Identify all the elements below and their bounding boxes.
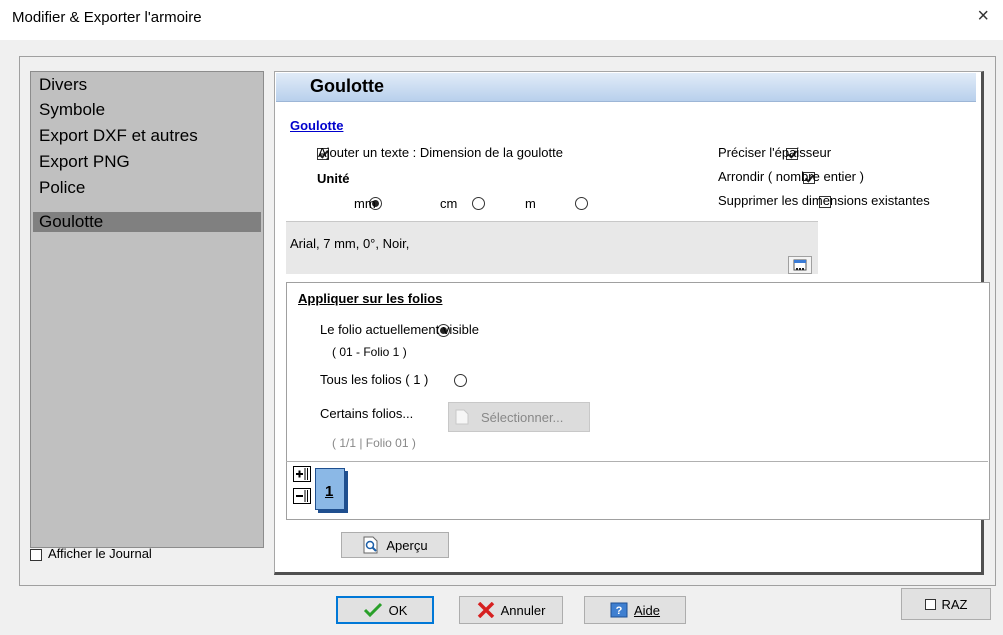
- apply-folios-title: Appliquer sur les folios: [298, 291, 443, 306]
- checkmark-icon: [363, 602, 382, 618]
- sidebar-item-police[interactable]: Police: [39, 178, 85, 198]
- raz-label: RAZ: [941, 596, 968, 612]
- help-icon: ?: [610, 602, 628, 618]
- font-summary-text: Arial, 7 mm, 0°, Noir,: [290, 236, 410, 251]
- sidebar-item-goulotte[interactable]: Goulotte: [33, 212, 261, 232]
- unit-cm-label: cm: [440, 196, 458, 211]
- unit-m-radio[interactable]: [574, 197, 588, 210]
- apply-separator: [286, 461, 988, 462]
- panel-title: Goulotte: [310, 76, 384, 96]
- round-label: Arrondir ( nombre entier ): [718, 169, 864, 184]
- help-button[interactable]: ? Aide: [584, 596, 686, 624]
- window-title: Modifier & Exporter l'armoire: [12, 9, 202, 26]
- some-folios-sub: ( 1/1 | Folio 01 ): [332, 436, 416, 450]
- unit-mm-label: mm: [354, 196, 376, 211]
- all-folios-radio[interactable]: [454, 374, 468, 387]
- journal-label: Afficher le Journal: [48, 546, 152, 561]
- current-folio-sub: ( 01 - Folio 1 ): [332, 345, 407, 359]
- all-folios-label: Tous les folios ( 1 ): [320, 372, 429, 387]
- raz-button[interactable]: RAZ: [901, 588, 991, 620]
- sidebar-item-export-png[interactable]: Export PNG: [39, 152, 130, 172]
- sidebar-item-export-dxf[interactable]: Export DXF et autres: [39, 126, 198, 146]
- unit-label: Unité: [317, 171, 350, 186]
- select-folios-button[interactable]: Sélectionner...: [448, 402, 590, 432]
- font-dialog-icon: [793, 259, 807, 271]
- preview-button[interactable]: Aperçu: [341, 532, 449, 558]
- remove-page-icon[interactable]: [293, 488, 311, 504]
- some-folios-label: Certains folios...: [320, 406, 414, 421]
- svg-text:?: ?: [616, 605, 623, 617]
- cancel-label: Annuler: [500, 602, 546, 618]
- sidebar-item-symbole[interactable]: Symbole: [39, 100, 105, 120]
- journal-checkbox[interactable]: [30, 549, 42, 561]
- ok-label: OK: [388, 602, 408, 618]
- add-page-icon[interactable]: [293, 466, 311, 482]
- select-folios-label: Sélectionner...: [481, 410, 564, 425]
- apply-folios-box: [286, 282, 990, 520]
- cancel-button[interactable]: Annuler: [459, 596, 563, 624]
- add-text-label: Ajouter un texte : Dimension de la goulo…: [318, 145, 563, 160]
- ok-button[interactable]: OK: [336, 596, 434, 624]
- precise-thickness-label: Préciser l'épaisseur: [718, 145, 832, 160]
- folio-page-number: 1: [325, 483, 334, 500]
- unit-m-label: m: [525, 196, 536, 211]
- page-icon: [455, 409, 469, 425]
- raz-checkbox-icon: [924, 598, 936, 610]
- preview-icon: [363, 536, 378, 554]
- help-label: Aide: [633, 602, 661, 618]
- category-list: Divers Symbole Export DXF et autres Expo…: [30, 71, 264, 548]
- sidebar-item-divers[interactable]: Divers: [39, 75, 87, 95]
- folio-page-tab[interactable]: 1: [315, 468, 345, 510]
- font-settings-button[interactable]: [788, 256, 812, 274]
- goulotte-section-link[interactable]: Goulotte: [290, 118, 343, 133]
- close-icon[interactable]: ×: [977, 6, 989, 26]
- current-folio-label: Le folio actuellement visible: [320, 322, 479, 337]
- preview-label: Aperçu: [386, 537, 428, 553]
- folio-pages-widget: 1: [293, 466, 355, 514]
- remove-dimensions-label: Supprimer les dimensions existantes: [718, 193, 930, 208]
- cancel-x-icon: [477, 602, 494, 618]
